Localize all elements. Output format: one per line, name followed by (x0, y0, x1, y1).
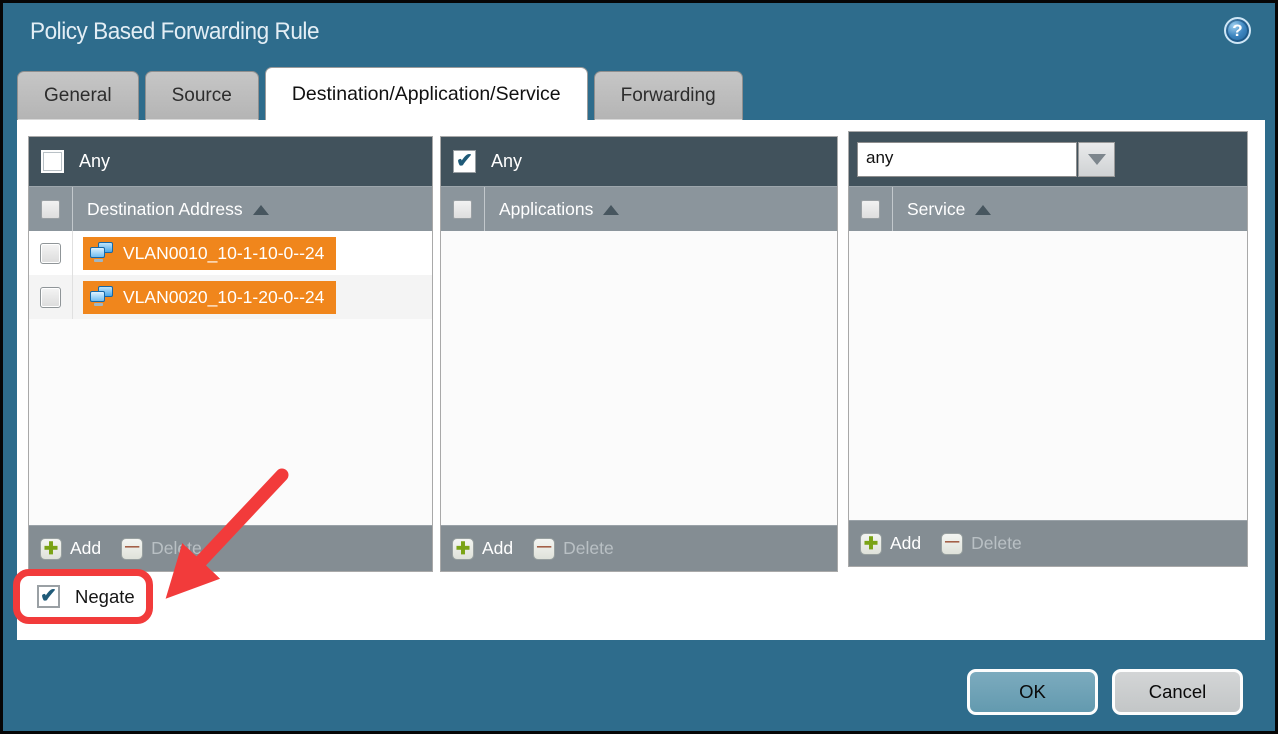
service-dropdown-bar: any (849, 132, 1247, 186)
service-dropdown-value[interactable]: any (857, 142, 1077, 177)
table-row[interactable]: VLAN0020_10-1-20-0--24 (29, 275, 432, 319)
destination-column-header[interactable]: Destination Address (87, 199, 269, 220)
add-plus-icon: ✚ (452, 538, 474, 560)
destination-address-column: Any Destination Address (28, 136, 433, 572)
tab-general[interactable]: General (17, 71, 139, 120)
applications-select-all-cell (441, 187, 485, 231)
table-row[interactable]: VLAN0010_10-1-10-0--24 (29, 231, 432, 275)
destination-add-button[interactable]: ✚ Add (40, 538, 101, 560)
service-column: any Service ✚ Add (848, 131, 1248, 567)
destination-select-all-cell (29, 187, 73, 231)
applications-column: ✔ Any Applications ✚ Add (440, 136, 838, 572)
dialog-title: Policy Based Forwarding Rule (30, 18, 319, 46)
service-dropdown[interactable]: any (857, 142, 1115, 177)
network-address-icon (89, 286, 115, 308)
destination-footer-bar: ✚ Add ─ Delete (29, 525, 432, 571)
applications-any-bar: ✔ Any (441, 137, 837, 186)
destination-any-bar: Any (29, 137, 432, 186)
delete-minus-icon: ─ (533, 538, 555, 560)
negate-highlight-annotation: ✔ Negate (13, 569, 153, 624)
service-select-all-checkbox[interactable] (861, 200, 880, 219)
title-bar: Policy Based Forwarding Rule ? (3, 3, 1275, 67)
applications-any-label: Any (491, 151, 522, 172)
service-footer-bar: ✚ Add ─ Delete (849, 520, 1247, 566)
policy-based-forwarding-dialog: Policy Based Forwarding Rule ? General S… (0, 0, 1278, 734)
applications-column-header[interactable]: Applications (499, 199, 619, 220)
tab-content-panel: Any Destination Address (17, 120, 1265, 640)
service-grid-header: Service (849, 186, 1247, 231)
row-checkbox[interactable] (40, 243, 61, 264)
service-list (849, 231, 1247, 520)
destination-grid-header: Destination Address (29, 186, 432, 231)
service-select-all-cell (849, 187, 893, 231)
sort-ascending-icon (603, 205, 619, 215)
tab-destination-application-service[interactable]: Destination/Application/Service (265, 67, 588, 120)
service-dropdown-button[interactable] (1078, 142, 1115, 177)
applications-delete-button[interactable]: ─ Delete (533, 538, 614, 560)
network-address-icon (89, 242, 115, 264)
applications-list (441, 231, 837, 525)
applications-select-all-checkbox[interactable] (453, 200, 472, 219)
address-object-chip[interactable]: VLAN0020_10-1-20-0--24 (83, 281, 336, 314)
delete-minus-icon: ─ (941, 533, 963, 555)
delete-minus-icon: ─ (121, 538, 143, 560)
service-add-button[interactable]: ✚ Add (860, 533, 921, 555)
tab-source[interactable]: Source (145, 71, 259, 120)
applications-footer-bar: ✚ Add ─ Delete (441, 525, 837, 571)
applications-grid-header: Applications (441, 186, 837, 231)
help-icon[interactable]: ? (1224, 17, 1251, 44)
destination-any-label: Any (79, 151, 110, 172)
service-delete-button[interactable]: ─ Delete (941, 533, 1022, 555)
tab-forwarding[interactable]: Forwarding (594, 71, 743, 120)
service-column-header[interactable]: Service (907, 199, 991, 220)
tab-bar: General Source Destination/Application/S… (17, 70, 749, 120)
destination-delete-button[interactable]: ─ Delete (121, 538, 202, 560)
checkmark-icon: ✔ (40, 586, 57, 606)
destination-list: VLAN0010_10-1-10-0--24 VLAN0020_10-1-20-… (29, 231, 432, 525)
address-object-chip[interactable]: VLAN0010_10-1-10-0--24 (83, 237, 336, 270)
negate-label: Negate (75, 586, 135, 608)
cancel-button[interactable]: Cancel (1112, 669, 1243, 715)
add-plus-icon: ✚ (860, 533, 882, 555)
applications-add-button[interactable]: ✚ Add (452, 538, 513, 560)
applications-any-checkbox[interactable]: ✔ (453, 150, 476, 173)
negate-checkbox[interactable]: ✔ (37, 585, 60, 608)
ok-button[interactable]: OK (967, 669, 1098, 715)
destination-any-checkbox[interactable] (41, 150, 64, 173)
sort-ascending-icon (253, 205, 269, 215)
row-checkbox[interactable] (40, 287, 61, 308)
sort-ascending-icon (975, 205, 991, 215)
add-plus-icon: ✚ (40, 538, 62, 560)
destination-select-all-checkbox[interactable] (41, 200, 60, 219)
chevron-down-icon (1088, 154, 1106, 165)
checkmark-icon: ✔ (456, 151, 473, 171)
